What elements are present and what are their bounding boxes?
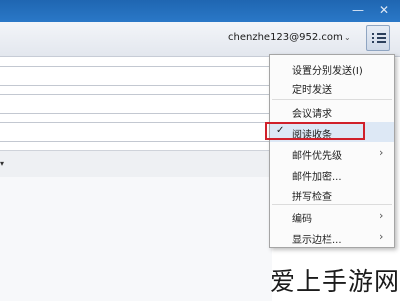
message-body[interactable] [0, 177, 272, 301]
more-options-button[interactable] [366, 25, 390, 51]
menu-separator [272, 99, 392, 100]
menu-item-priority[interactable]: 邮件优先级 › [270, 143, 394, 163]
compose-header: chenzhe123@952.com ⌄ [0, 22, 400, 57]
close-button[interactable]: ✕ [376, 2, 392, 18]
menu-item-label: 定时发送 [292, 85, 332, 96]
to-field[interactable] [0, 66, 272, 86]
site-watermark: 爱上手游网 [270, 267, 400, 296]
menu-item-label: 邮件优先级 [292, 151, 342, 162]
menu-item-meeting-request[interactable]: 会议请求 [270, 101, 394, 121]
annotation-highlight-box [265, 122, 365, 140]
chevron-right-icon: › [379, 209, 384, 222]
format-toolbar: ▾ [0, 150, 272, 178]
menu-item-label: 拼写检查 [292, 192, 332, 203]
chevron-right-icon: › [379, 146, 384, 159]
menu-item-send-separately[interactable]: 设置分别发送(I) [270, 58, 394, 78]
menu-item-label: 设置分别发送(I) [292, 66, 363, 77]
chevron-right-icon: › [379, 230, 384, 243]
toolbar-expand-icon[interactable]: ▾ [0, 159, 4, 168]
menu-item-label: 邮件加密... [292, 172, 342, 183]
menu-item-label: 显示边栏... [292, 235, 342, 246]
options-dropdown-menu: 设置分别发送(I) 定时发送 会议请求 ✓ 阅读收条 邮件优先级 › 邮件加密.… [269, 54, 395, 248]
account-email[interactable]: chenzhe123@952.com [228, 32, 343, 43]
subject-field[interactable] [0, 122, 272, 142]
menu-item-show-sidebar[interactable]: 显示边栏... › [270, 227, 394, 247]
menu-item-label: 会议请求 [292, 109, 332, 120]
cc-field[interactable] [0, 94, 272, 114]
menu-item-spell-check[interactable]: 拼写检查 [270, 184, 394, 204]
menu-item-encoding[interactable]: 编码 › [270, 206, 394, 226]
account-dropdown-icon[interactable]: ⌄ [344, 33, 351, 42]
menu-item-encryption[interactable]: 邮件加密... [270, 164, 394, 184]
menu-item-label: 编码 [292, 214, 312, 225]
menu-separator [272, 204, 392, 205]
window-titlebar: — ✕ [0, 0, 400, 22]
minimize-button[interactable]: — [350, 2, 366, 18]
menu-item-scheduled-send[interactable]: 定时发送 [270, 77, 394, 97]
